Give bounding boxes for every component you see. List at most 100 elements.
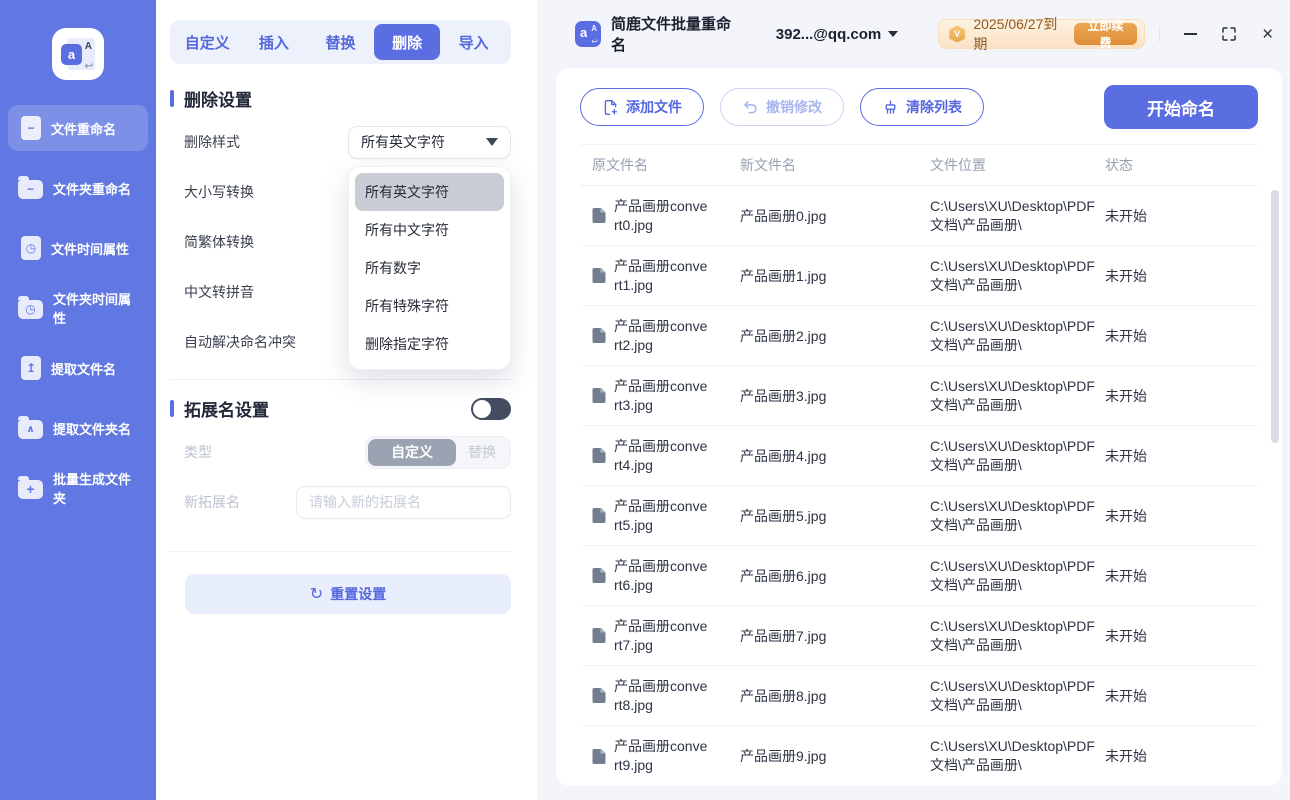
cell-file-location: C:\Users\XU\Desktop\PDF 文档\产品画册\ [930, 197, 1105, 235]
file-icon [592, 628, 606, 643]
table-row[interactable]: 产品画册convert9.jpg 产品画册9.jpg C:\Users\XU\D… [580, 726, 1258, 786]
table-row[interactable]: 产品画册convert6.jpg 产品画册6.jpg C:\Users\XU\D… [580, 546, 1258, 606]
app-logo: A ↩ a [52, 28, 104, 80]
table-row[interactable]: 产品画册convert1.jpg 产品画册1.jpg C:\Users\XU\D… [580, 246, 1258, 306]
close-button[interactable]: × [1253, 19, 1282, 49]
renew-button[interactable]: 立即续费 [1073, 19, 1138, 50]
file-path-text: C:\Users\XU\Desktop\PDF 文档\产品画册\ [930, 677, 1095, 713]
sidebar-item-icon [18, 175, 43, 199]
table-row[interactable]: 产品画册convert5.jpg 产品画册5.jpg C:\Users\XU\D… [580, 486, 1258, 546]
account-dropdown[interactable]: 392...@qq.com [776, 26, 899, 43]
dropdown-option[interactable]: 所有中文字符 [355, 211, 504, 249]
mode-tab[interactable]: 导入 [440, 24, 507, 60]
segment-replace[interactable]: 替换 [456, 439, 508, 466]
table-row[interactable]: 产品画册convert8.jpg 产品画册8.jpg C:\Users\XU\D… [580, 666, 1258, 726]
minimize-button[interactable] [1176, 19, 1205, 49]
cell-file-location: C:\Users\XU\Desktop\PDF 文档\产品画册\ [930, 437, 1105, 475]
sidebar-item[interactable]: 文件夹时间属性 [8, 285, 148, 331]
sidebar-item[interactable]: 批量生成文件夹 [8, 465, 148, 511]
extension-toggle[interactable] [471, 397, 511, 420]
dropdown-option[interactable]: 所有英文字符 [355, 173, 504, 211]
cell-original-name: 产品画册convert0.jpg [580, 197, 740, 235]
sidebar-item[interactable]: 提取文件夹名 [8, 405, 148, 451]
sidebar-item[interactable]: 提取文件名 [8, 345, 148, 391]
table-row[interactable]: 产品画册convert2.jpg 产品画册2.jpg C:\Users\XU\D… [580, 306, 1258, 366]
table-header: 原文件名 新文件名 文件位置 状态 [580, 144, 1258, 186]
cell-new-name: 产品画册4.jpg [740, 447, 827, 464]
cell-file-location: C:\Users\XU\Desktop\PDF 文档\产品画册\ [930, 737, 1105, 775]
sidebar-item-label: 批量生成文件夹 [53, 472, 132, 506]
table-row[interactable]: 产品画册convert7.jpg 产品画册7.jpg C:\Users\XU\D… [580, 606, 1258, 666]
file-icon [592, 508, 606, 523]
dropdown-option[interactable]: 删除指定字符 [355, 325, 504, 363]
clear-list-button[interactable]: 清除列表 [860, 88, 984, 126]
clear-list-label: 清除列表 [906, 99, 962, 115]
mode-tab[interactable]: 删除 [373, 24, 441, 60]
settings-panel: 自定义 插入 替换 删除 导入 删除设置 删除样式 所有英文字符 大小写转换 简… [156, 0, 537, 800]
mode-tab[interactable]: 插入 [241, 24, 308, 60]
original-name-text: 产品画册convert9.jpg [614, 738, 708, 773]
start-rename-button[interactable]: 开始命名 [1104, 85, 1258, 129]
toolbar: 添加文件 撤销修改 清除列表 开始命名 [556, 68, 1282, 144]
sidebar-item[interactable]: 文件时间属性 [8, 225, 148, 271]
sidebar-item[interactable]: 文件夹重命名 [8, 165, 148, 211]
main-area: a A ↩ 简鹿文件批量重命名 392...@qq.com V 2025/06/… [537, 0, 1290, 800]
segment-custom[interactable]: 自定义 [368, 438, 457, 466]
undo-button[interactable]: 撤销修改 [720, 88, 844, 126]
section-divider [170, 551, 511, 552]
mode-tab[interactable]: 自定义 [174, 24, 241, 60]
app-badge-icon: a A ↩ [575, 21, 601, 47]
sidebar-item-icon [21, 356, 41, 380]
reset-settings-button[interactable]: ↻ 重置设置 [185, 574, 511, 614]
sidebar-item-label: 提取文件名 [51, 361, 117, 377]
title-bar: a A ↩ 简鹿文件批量重命名 392...@qq.com V 2025/06/… [556, 0, 1282, 68]
header-new-name: 新文件名 [740, 157, 796, 173]
new-extension-input[interactable] [296, 485, 511, 519]
sidebar-item-label: 提取文件夹名 [53, 421, 132, 437]
sidebar-item[interactable]: 文件重命名 [8, 105, 148, 151]
sidebar-item-icon [21, 236, 41, 260]
refresh-icon: ↻ [309, 586, 324, 603]
undo-label: 撤销修改 [766, 99, 822, 115]
close-icon: × [1262, 23, 1274, 45]
delete-style-select[interactable]: 所有英文字符 [348, 125, 511, 159]
dropdown-option[interactable]: 所有数字 [355, 249, 504, 287]
table-row[interactable]: 产品画册convert4.jpg 产品画册4.jpg C:\Users\XU\D… [580, 426, 1258, 486]
setting-row-label: 简繁体转换 [184, 234, 254, 250]
sidebar-item-icon [18, 475, 43, 499]
vip-badge-icon: V [949, 25, 966, 43]
sidebar-menu: 文件重命名 文件夹重命名 文件时间属性 文件夹时间属性 提取文件名 [0, 105, 156, 511]
file-list-card: 添加文件 撤销修改 清除列表 开始命名 原文件名 新文件名 文件位置 状态 产品… [556, 68, 1282, 786]
mode-tab[interactable]: 替换 [307, 24, 374, 60]
cell-new-name: 产品画册6.jpg [740, 567, 827, 584]
cell-status: 未开始 [1105, 267, 1147, 284]
cell-original-name: 产品画册convert6.jpg [580, 557, 740, 595]
table-row[interactable]: 产品画册convert3.jpg 产品画册3.jpg C:\Users\XU\D… [580, 366, 1258, 426]
vip-status-pill: V 2025/06/27到期 立即续费 [938, 16, 1146, 52]
original-name-text: 产品画册convert6.jpg [614, 557, 708, 593]
badge-letter-main: a [580, 25, 588, 40]
original-name-text: 产品画册convert0.jpg [614, 197, 708, 233]
extension-type-segmented: 自定义 替换 [365, 435, 511, 469]
cell-new-name: 产品画册9.jpg [740, 748, 827, 764]
cell-new-name: 产品画册5.jpg [740, 507, 827, 524]
original-name-text: 产品画册convert1.jpg [614, 257, 708, 293]
new-extension-row: 新拓展名 [184, 477, 511, 527]
cell-original-name: 产品画册convert5.jpg [580, 497, 740, 535]
original-name-text: 产品画册convert4.jpg [614, 437, 708, 473]
file-icon [592, 448, 606, 463]
file-icon [592, 328, 606, 343]
file-path-text: C:\Users\XU\Desktop\PDF 文档\产品画册\ [930, 557, 1095, 593]
dropdown-option[interactable]: 所有特殊字符 [355, 287, 504, 325]
delete-style-row: 删除样式 所有英文字符 [184, 117, 511, 167]
header-original-name: 原文件名 [592, 157, 648, 173]
minimize-icon [1183, 33, 1197, 35]
logo-letter-main: a [61, 44, 82, 65]
cell-new-name: 产品画册8.jpg [740, 687, 827, 704]
table-scrollbar-thumb[interactable] [1271, 190, 1279, 443]
cell-status: 未开始 [1105, 387, 1147, 404]
table-row[interactable]: 产品画册convert0.jpg 产品画册0.jpg C:\Users\XU\D… [580, 186, 1258, 246]
new-extension-label: 新拓展名 [184, 494, 240, 510]
add-files-button[interactable]: 添加文件 [580, 88, 704, 126]
maximize-button[interactable] [1215, 19, 1244, 49]
